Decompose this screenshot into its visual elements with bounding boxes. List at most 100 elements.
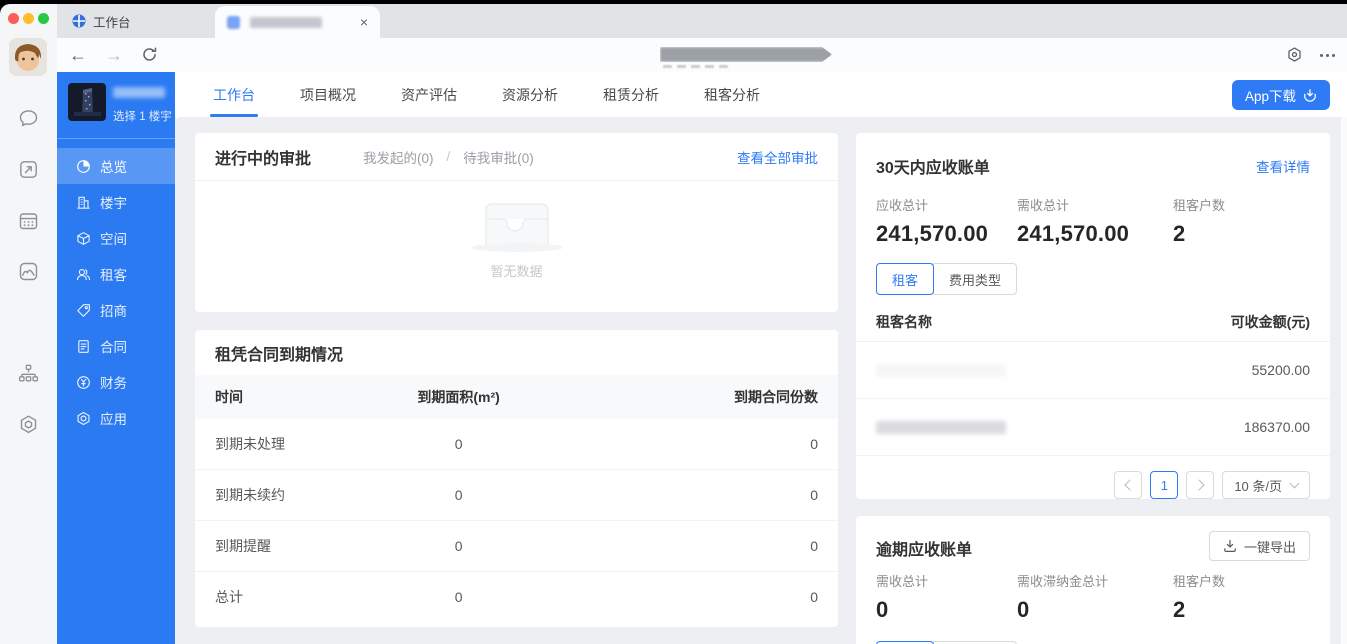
tenant-name-redacted (876, 363, 1006, 377)
table-row: 到期未处理 0 0 (195, 419, 838, 470)
os-dock (0, 4, 57, 644)
sidebar-item-label: 楼宇 (100, 196, 127, 211)
receivables-header: 30天内应收账单 查看详情 (856, 133, 1330, 187)
overdue-receivables-card: 逾期应收账单 一键导出 需收总计 0 需收滞纳金总计 0 租客户数 2 (856, 516, 1330, 644)
page-size-select[interactable]: 10 条/页 (1222, 471, 1310, 499)
col-area: 到期面积(m²) (417, 389, 500, 405)
empty-box-shadow (470, 243, 563, 252)
stat-tenant-count: 租客户数 2 (1173, 571, 1225, 623)
apps-grid-icon[interactable] (18, 312, 39, 333)
stat-label: 租客户数 (1173, 574, 1226, 589)
tab-lease-analysis[interactable]: 租赁分析 (603, 72, 659, 117)
tenants-icon (76, 268, 91, 280)
scrollbar-track[interactable] (1341, 117, 1347, 644)
row-area: 0 (454, 538, 463, 554)
chat-icon[interactable] (18, 108, 39, 129)
sidebar-item-overview[interactable]: 总览 (57, 148, 175, 184)
contract-expiry-title: 租凭合同到期情况 (215, 346, 344, 364)
tag-icon (77, 303, 90, 317)
stat-value: 0 (1017, 597, 1030, 622)
package-hexagon-icon[interactable] (18, 414, 39, 435)
tab-resource-analysis[interactable]: 资源分析 (502, 72, 558, 117)
prev-page-button[interactable] (1114, 471, 1143, 499)
download-icon (1304, 88, 1316, 102)
sidebar-item-finance[interactable]: 财务 (57, 364, 175, 400)
tab-close-icon[interactable]: × (360, 15, 368, 29)
col-tenant-name: 租客名称 (876, 314, 932, 330)
row-label: 到期提醒 (215, 538, 271, 554)
url-text-redacted (660, 47, 832, 62)
page-1-button[interactable]: 1 (1150, 471, 1179, 499)
approvals-initiated[interactable]: 我发起的(0) (363, 147, 434, 167)
next-page-button[interactable] (1186, 471, 1215, 499)
user-avatar[interactable] (9, 38, 47, 76)
zoom-window-button[interactable] (38, 13, 49, 24)
tab-fee-type[interactable]: 费用类型 (933, 263, 1018, 295)
row-area: 0 (454, 487, 463, 503)
row-label: 到期未处理 (215, 436, 285, 452)
tab-asset-valuation[interactable]: 资产评估 (401, 72, 457, 117)
chevron-right-icon (1193, 479, 1205, 491)
sidebar-item-label: 空间 (100, 232, 127, 247)
project-name-redacted (113, 87, 165, 98)
sidebar-item-label: 招商 (100, 304, 127, 319)
sidebar-item-apps[interactable]: 应用 (57, 400, 175, 436)
pinned-app-label-text: 工作台 (93, 15, 131, 30)
main-area: 工作台 项目概况 资产评估 资源分析 租赁分析 租客分析 App下载 进行中的审… (175, 72, 1347, 644)
col-receivable-amount: 可收金额(元) (1230, 314, 1310, 330)
app-download-button[interactable]: App下载 (1231, 79, 1330, 110)
tab-tenant[interactable]: 租客 (876, 263, 935, 295)
forward-button[interactable]: → (105, 44, 123, 66)
sidebar-item-contracts[interactable]: 合同 (57, 328, 175, 364)
sidebar-item-tenants[interactable]: 租客 (57, 256, 175, 292)
export-download-icon (1224, 539, 1236, 552)
tab-favicon-redacted (227, 15, 240, 29)
overdue-stats: 需收总计 0 需收滞纳金总计 0 租客户数 2 (856, 561, 1330, 623)
view-all-approvals-link[interactable]: 查看全部审批 (737, 147, 818, 167)
sidebar-item-spaces[interactable]: 空间 (57, 220, 175, 256)
app-sidebar: 选择 1 楼宇 总览 楼宇 空间 租客 招商 合同 财务 应用 (57, 72, 181, 644)
building-selector[interactable]: 选择 1 楼宇 (113, 108, 181, 124)
reload-button[interactable] (141, 46, 158, 68)
sidebar-item-label: 租客 (100, 268, 127, 283)
view-detail-link[interactable]: 查看详情 (1256, 156, 1310, 176)
dashboard-content: 进行中的审批 我发起的(0) / 待我审批(0) 查看全部审批 暂无数据 租凭合… (175, 133, 1347, 644)
page-tab-bar: 工作台 项目概况 资产评估 资源分析 租赁分析 租客分析 App下载 (175, 72, 1347, 117)
pinned-app-label[interactable]: 工作台 (72, 4, 131, 38)
page-size-label: 10 条/页 (1234, 478, 1282, 494)
chevron-down-icon (1289, 478, 1300, 489)
right-column: 30天内应收账单 查看详情 应收总计 241,570.00 需收总计 241,5… (856, 133, 1330, 644)
tab-workbench[interactable]: 工作台 (210, 72, 258, 117)
org-chart-icon[interactable] (18, 363, 39, 384)
receivables-stats: 应收总计 241,570.00 需收总计 241,570.00 租客户数 2 (856, 187, 1330, 247)
close-window-button[interactable] (8, 13, 19, 24)
tab-project-overview[interactable]: 项目概况 (300, 72, 356, 117)
row-count: 0 (810, 487, 818, 503)
table-row: 到期提醒 0 0 (195, 521, 838, 572)
image-icon[interactable] (18, 261, 39, 282)
minimize-window-button[interactable] (23, 13, 34, 24)
back-button[interactable]: ← (69, 44, 87, 66)
url-subtext-redacted (663, 65, 728, 68)
stat-value: 2 (1173, 597, 1186, 622)
browser-tab[interactable]: × (215, 6, 380, 38)
share-icon[interactable] (18, 159, 39, 180)
app-window: 选择 1 楼宇 总览 楼宇 空间 租客 招商 合同 财务 应用 工作台 项目概况… (57, 72, 1347, 644)
approvals-pending[interactable]: 待我审批(0) (463, 147, 534, 167)
pagination: 1 10 条/页 (856, 456, 1330, 499)
sidebar-item-leasing[interactable]: 招商 (57, 292, 175, 328)
dock-icon-strip (0, 108, 57, 435)
more-menu-icon[interactable] (1320, 53, 1335, 57)
table-row: 186370.00 (856, 399, 1330, 456)
extension-icon[interactable] (1285, 46, 1304, 65)
tab-tenant-analysis[interactable]: 租客分析 (704, 72, 760, 117)
row-count: 0 (810, 538, 818, 554)
calendar-icon[interactable] (18, 210, 39, 231)
amount-cell: 186370.00 (1243, 419, 1310, 435)
export-button[interactable]: 一键导出 (1208, 531, 1310, 561)
stat-label: 需收滞纳金总计 (1017, 574, 1109, 589)
pie-chart-icon (77, 159, 90, 173)
row-area: 0 (454, 589, 463, 605)
sidebar-item-buildings[interactable]: 楼宇 (57, 184, 175, 220)
avatar-image (9, 38, 47, 76)
